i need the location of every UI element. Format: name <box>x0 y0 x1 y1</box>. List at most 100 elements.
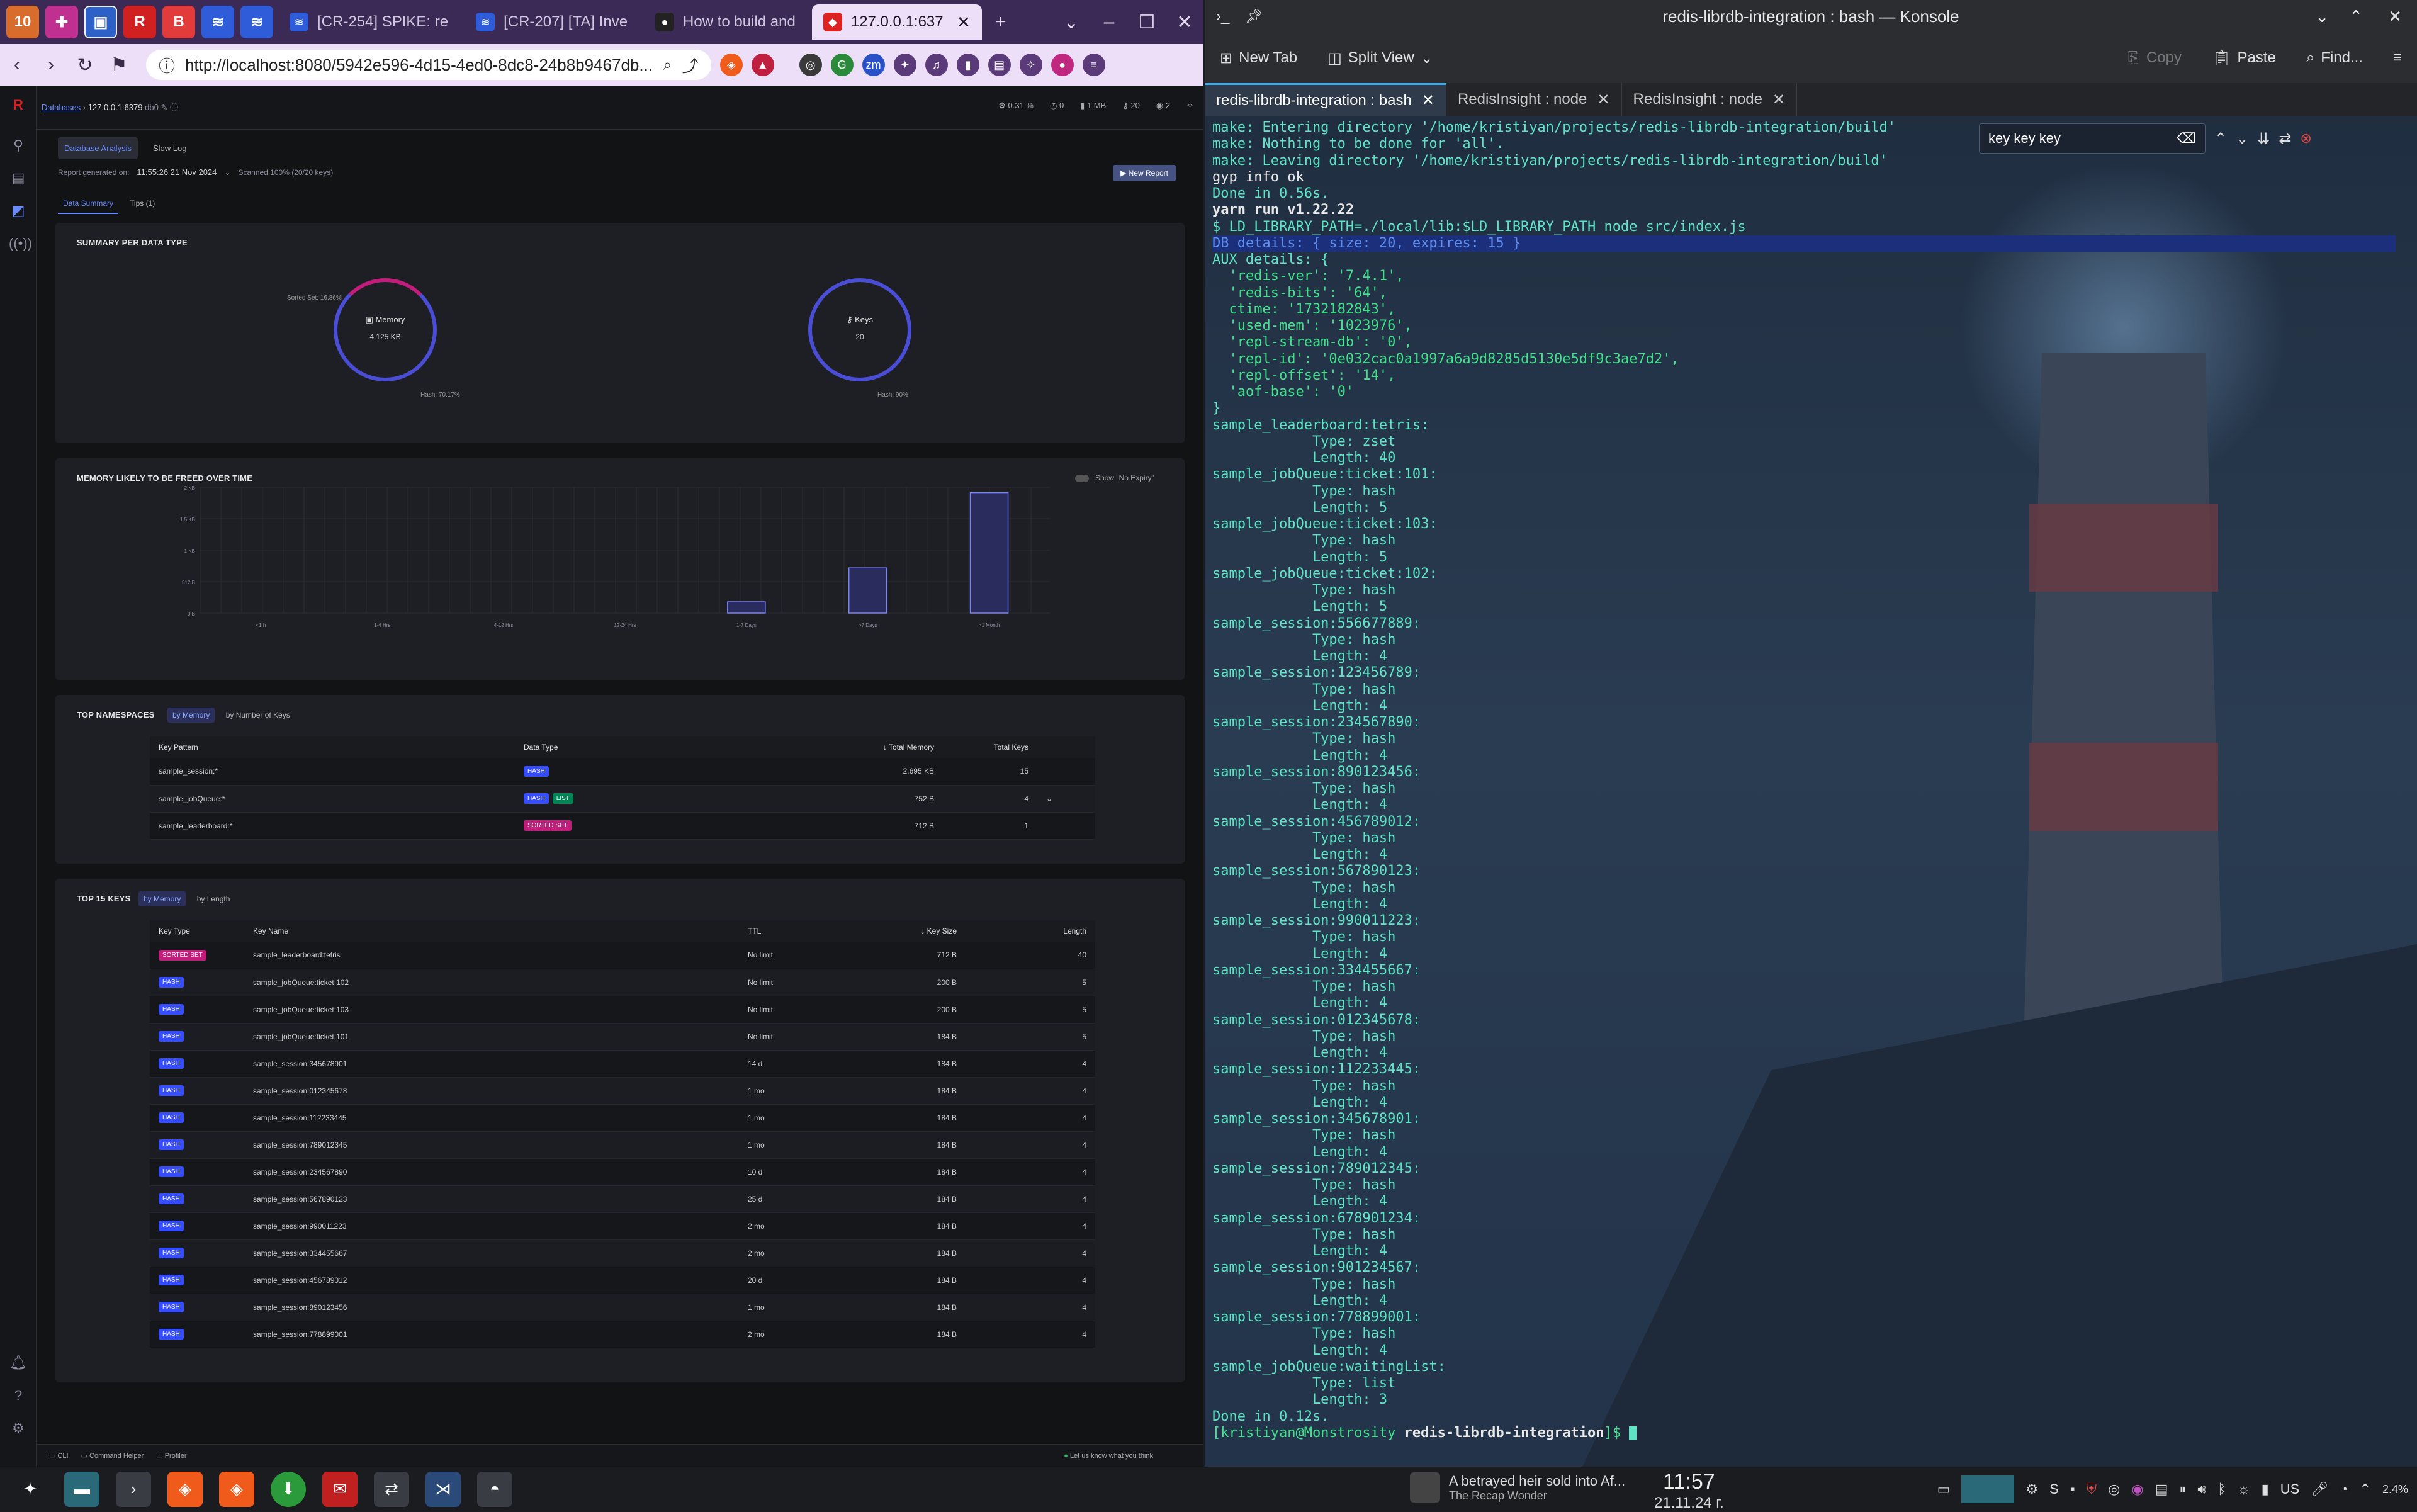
topkey-row[interactable]: HASH sample_session:234567890 10 d 184 B… <box>150 1158 1095 1186</box>
extension-icon[interactable]: ◎ <box>799 54 822 76</box>
topkey-row[interactable]: HASH sample_session:012345678 1 mo 184 B… <box>150 1077 1095 1105</box>
insights-icon[interactable]: ✧ <box>1186 101 1193 111</box>
brave-icon[interactable]: ◈ <box>219 1471 254 1507</box>
namespace-row[interactable]: sample_leaderboard:* SORTED SET 712 B 1 <box>150 812 1095 840</box>
new-tab-icon[interactable]: + <box>982 11 1020 33</box>
namespace-row[interactable]: sample_jobQueue:* HASH LIST 752 B 4 ⌄ <box>150 785 1095 813</box>
pinned-tab-icon[interactable]: B <box>162 6 195 38</box>
col-total-memory[interactable]: ↓ Total Memory <box>830 736 943 758</box>
terminal-prompt[interactable]: [kristiyan@Monstrosity redis-librdb-inte… <box>1212 1425 2408 1441</box>
update-icon[interactable]: ⬇ <box>271 1471 306 1507</box>
topkeys-by-memory-button[interactable]: by Memory <box>138 891 186 906</box>
notifications-icon[interactable]: 🔔︎ <box>9 1353 28 1372</box>
chevron-down-icon[interactable]: ⌄ <box>2315 0 2329 33</box>
pinned-tab-icon[interactable]: ≋ <box>240 6 273 38</box>
topkey-row[interactable]: HASH sample_session:778899001 2 mo 184 B… <box>150 1321 1095 1348</box>
pubsub-icon[interactable]: ((•)) <box>9 234 32 253</box>
browser-tab[interactable]: ≋ [CR-254] SPIKE: re <box>278 4 459 40</box>
memory-donut[interactable]: ▣ Memory 4.125 KB <box>334 278 437 381</box>
tab-database-analysis[interactable]: Database Analysis <box>58 137 138 159</box>
col-key-size[interactable]: ↓ Key Size <box>852 920 966 942</box>
menu-icon[interactable]: ≡ <box>1082 54 1105 76</box>
namespaces-by-keys-button[interactable]: by Number of Keys <box>226 711 290 719</box>
cli-button[interactable]: ▭ CLI <box>49 1452 69 1460</box>
copy-button[interactable]: ⎘ Copy <box>2113 49 2197 67</box>
analysis-icon[interactable]: ◩ <box>9 201 28 220</box>
brave-shield-icon[interactable]: ◈ <box>719 54 743 76</box>
key-name[interactable]: sample_jobQueue:ticket:101 <box>244 1023 739 1051</box>
chevron-down-icon[interactable]: ⌄ <box>224 168 230 177</box>
info-icon[interactable]: ⓘ <box>170 103 178 112</box>
site-info-icon[interactable]: ⓘ <box>159 54 175 77</box>
key-name[interactable]: sample_session:234567890 <box>244 1158 739 1186</box>
music-icon[interactable]: ♫ <box>925 54 948 76</box>
expand-row-icon[interactable]: ⌄ <box>1046 794 1052 803</box>
close-tab-icon[interactable]: ✕ <box>957 13 971 32</box>
db-host[interactable]: 127.0.0.1:6379 <box>88 103 143 112</box>
redis-logo-icon[interactable]: R <box>9 96 28 115</box>
file-manager-icon[interactable]: ▬ <box>64 1471 99 1507</box>
sparkle-icon[interactable]: ✧ <box>1019 54 1042 76</box>
paste-button[interactable]: 📋︎ Paste <box>2197 49 2291 67</box>
tray-icon[interactable]: ▪ <box>2070 1481 2075 1498</box>
topkey-row[interactable]: HASH sample_session:112233445 1 mo 184 B… <box>150 1104 1095 1132</box>
key-name[interactable]: sample_session:456789012 <box>244 1267 739 1294</box>
s-icon[interactable]: S <box>2049 1481 2059 1498</box>
address-bar[interactable]: ⓘ http://localhost:8080/5942e596-4d15-4e… <box>146 50 711 80</box>
konsole-tab[interactable]: RedisInsight : node ✕ <box>1622 83 1798 116</box>
new-report-button[interactable]: ▶ New Report <box>1113 165 1176 181</box>
find-input[interactable]: key key key ⌫ <box>1979 123 2206 154</box>
forward-icon[interactable]: › <box>34 54 68 76</box>
zoom-ext-icon[interactable]: zm <box>862 54 885 76</box>
brightness-icon[interactable]: ☼ <box>2237 1481 2250 1498</box>
shield-icon[interactable]: ⛨ <box>2087 1481 2097 1498</box>
close-icon[interactable]: ✕ <box>2388 0 2402 33</box>
topkey-row[interactable]: HASH sample_session:345678901 14 d 184 B… <box>150 1050 1095 1078</box>
key-name[interactable]: sample_jobQueue:ticket:102 <box>244 969 739 996</box>
col-total-keys[interactable]: Total Keys <box>943 736 1037 758</box>
maximize-icon[interactable]: ⌃ <box>2349 0 2363 33</box>
col-length[interactable]: Length <box>966 920 1095 942</box>
databases-link[interactable]: Databases <box>42 103 81 112</box>
puzzle-icon[interactable]: ✦ <box>893 54 916 76</box>
settings-icon[interactable]: ⚙ <box>9 1419 28 1438</box>
help-icon[interactable]: ? <box>9 1386 28 1405</box>
key-name[interactable]: sample_session:789012345 <box>244 1131 739 1159</box>
konsole-tab[interactable]: redis-librdb-integration : bash ✕ <box>1205 83 1446 116</box>
settings-icon[interactable]: ⚙ <box>2025 1481 2038 1498</box>
keyboard-layout[interactable]: US <box>2280 1481 2300 1498</box>
tab-data-summary[interactable]: Data Summary <box>58 194 119 214</box>
brave-rewards-icon[interactable]: ▲ <box>751 54 774 76</box>
topkey-row[interactable]: HASH sample_jobQueue:ticket:101 No limit… <box>150 1023 1095 1051</box>
col-key-name[interactable]: Key Name <box>244 920 739 942</box>
pin-icon[interactable]: 📌︎ <box>1245 0 1263 33</box>
pinned-tab-icon[interactable]: ≋ <box>201 6 234 38</box>
browser-icon[interactable]: ⚲ <box>9 136 28 155</box>
vscode-icon[interactable]: ⋊ <box>425 1471 461 1507</box>
topkeys-by-length-button[interactable]: by Length <box>197 894 230 903</box>
tab-slow-log[interactable]: Slow Log <box>147 137 193 159</box>
chevron-down-icon[interactable]: ⌄ <box>1052 11 1090 33</box>
command-helper-button[interactable]: ▭ Command Helper <box>81 1452 144 1460</box>
profile-icon[interactable]: ● <box>1051 54 1074 76</box>
network-icon[interactable]: ◔ <box>2340 1481 2348 1498</box>
key-name[interactable]: sample_session:567890123 <box>244 1185 739 1213</box>
sidebar-icon[interactable]: ▮ <box>956 54 979 76</box>
minimize-icon[interactable]: – <box>1090 11 1128 33</box>
browser-tab-active[interactable]: ◆ 127.0.0.1:637 ✕ <box>811 4 982 40</box>
topkey-row[interactable]: HASH sample_jobQueue:ticket:103 No limit… <box>150 996 1095 1024</box>
find-prev-icon[interactable]: ⌃ <box>2214 130 2227 148</box>
mail-icon[interactable]: ✉ <box>322 1471 358 1507</box>
volume-icon[interactable]: 🔊︎ <box>2197 1481 2206 1498</box>
feedback-link[interactable]: ● Let us know what you think <box>1064 1452 1153 1460</box>
clock[interactable]: 11:57 21.11.24 г. <box>1654 1470 1724 1512</box>
topkey-row[interactable]: HASH sample_jobQueue:ticket:102 No limit… <box>150 969 1095 996</box>
topkey-row[interactable]: HASH sample_session:789012345 1 mo 184 B… <box>150 1131 1095 1159</box>
media-widget[interactable]: A betrayed heir sold into Af... The Reca… <box>1410 1472 1625 1503</box>
clipboard-icon[interactable]: ▤ <box>2155 1481 2168 1498</box>
tab-tips[interactable]: Tips (1) <box>125 194 160 214</box>
grammarly-icon[interactable]: G <box>830 54 854 76</box>
hamburger-menu-icon[interactable]: ≡ <box>2378 49 2417 67</box>
battery-icon[interactable]: ▮ <box>2262 1481 2269 1498</box>
browser-tab[interactable]: ≋ [CR-207] [TA] Inve <box>465 4 639 40</box>
